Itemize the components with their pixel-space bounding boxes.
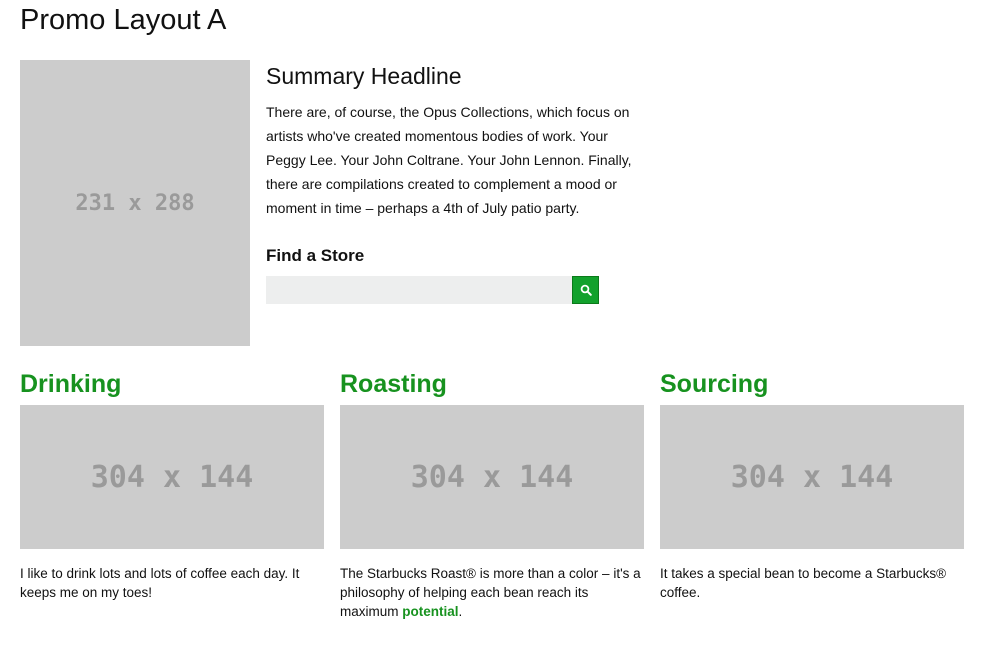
search-icon: [580, 284, 592, 296]
hero-image-label: 231 x 288: [75, 190, 195, 216]
column-image-label: 304 x 144: [90, 459, 254, 495]
column-heading-drinking: Drinking: [20, 370, 122, 398]
column-text-roasting-after: .: [458, 604, 463, 619]
column-image-label: 304 x 144: [410, 459, 574, 495]
summary-body: There are, of course, the Opus Collectio…: [266, 104, 632, 216]
column-heading-roasting: Roasting: [340, 370, 447, 398]
summary-section: Summary Headline There are, of course, t…: [266, 60, 646, 304]
column-text-roasting-before: The Starbucks Roast® is more than a colo…: [340, 566, 641, 619]
column-image-label: 304 x 144: [730, 459, 894, 495]
column-text-drinking: I like to drink lots and lots of coffee …: [20, 566, 300, 600]
column-drinking: Drinking 304 x 144 I like to drink lots …: [20, 364, 324, 602]
store-search-button[interactable]: [572, 276, 599, 304]
column-text-sourcing: It takes a special bean to become a Star…: [660, 566, 947, 600]
column-heading-sourcing: Sourcing: [660, 370, 769, 398]
find-store-heading: Find a Store: [266, 246, 365, 265]
hero-image-placeholder: 231 x 288: [20, 60, 250, 346]
column-text-roasting: The Starbucks Roast® is more than a colo…: [340, 564, 644, 621]
page-title: Promo Layout A: [20, 4, 227, 36]
column-image-sourcing: 304 x 144: [660, 405, 964, 549]
store-search-form: [266, 276, 646, 304]
summary-headline: Summary Headline: [266, 63, 462, 89]
store-search-input[interactable]: [266, 276, 572, 304]
potential-link[interactable]: potential: [402, 604, 458, 619]
column-image-drinking: 304 x 144: [20, 405, 324, 549]
column-roasting: Roasting 304 x 144 The Starbucks Roast® …: [340, 364, 644, 621]
column-image-roasting: 304 x 144: [340, 405, 644, 549]
column-sourcing: Sourcing 304 x 144 It takes a special be…: [660, 364, 964, 602]
